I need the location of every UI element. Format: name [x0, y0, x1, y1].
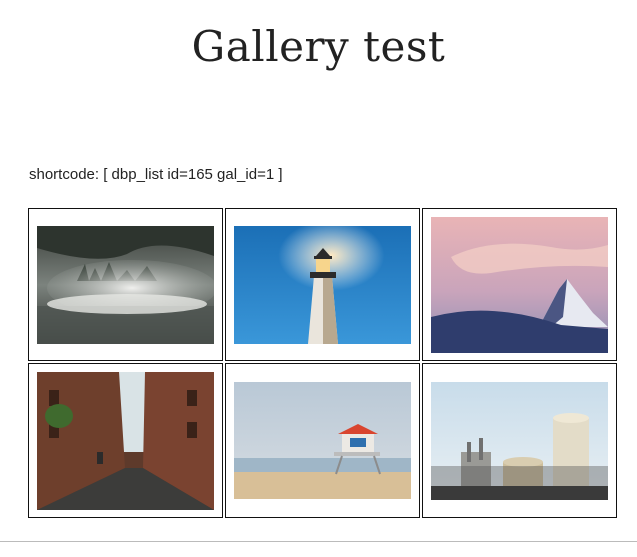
mountain-image[interactable]: [431, 216, 608, 353]
gallery-cell-4[interactable]: [28, 363, 223, 518]
gallery-cell-2[interactable]: [225, 208, 420, 361]
lifeguard-tower-image[interactable]: [234, 382, 411, 499]
page-title: Gallery test: [191, 22, 446, 71]
page-divider: [0, 541, 637, 542]
forest-fog-image[interactable]: [37, 225, 214, 344]
gallery-grid: [28, 208, 617, 518]
lighthouse-image[interactable]: [234, 225, 411, 344]
gallery-cell-3[interactable]: [422, 208, 617, 361]
gallery-cell-6[interactable]: [422, 363, 617, 518]
alley-image[interactable]: [37, 371, 214, 510]
gallery-cell-1[interactable]: [28, 208, 223, 361]
factory-image[interactable]: [431, 381, 608, 500]
gallery-cell-5[interactable]: [225, 363, 420, 518]
shortcode-text: shortcode: [ dbp_list id=165 gal_id=1 ]: [29, 166, 283, 183]
